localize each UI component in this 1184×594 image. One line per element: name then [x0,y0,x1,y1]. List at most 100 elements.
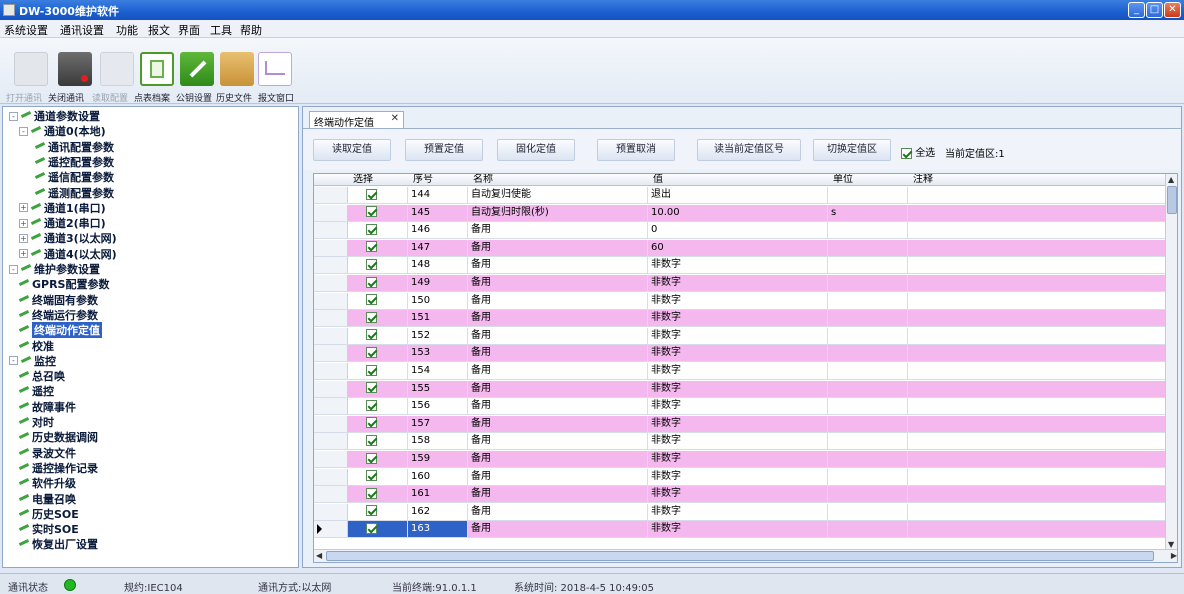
row-checkbox[interactable] [366,364,377,376]
table-row[interactable]: 146 备用 0 [314,222,1166,240]
vertical-scrollbar[interactable]: ▲ ▼ [1165,174,1177,550]
row-value-cell[interactable]: 非数字 [648,451,828,467]
table-row[interactable]: 160 备用 非数字 [314,468,1166,486]
row-header[interactable] [314,187,348,203]
column-header-select[interactable]: 选择 [350,174,373,186]
table-row[interactable]: 147 备用 60 [314,239,1166,257]
key-settings-icon[interactable] [180,52,214,86]
minimize-button[interactable]: _ [1128,2,1145,18]
row-header[interactable] [314,451,348,467]
menu-comm-settings[interactable]: 通讯设置 [60,22,104,38]
open-comm-icon[interactable] [14,52,48,86]
close-comm-icon[interactable] [58,52,92,86]
tree-item[interactable]: + 通道2(串口) [19,216,106,230]
collapse-icon[interactable]: - [9,356,18,366]
row-value-cell[interactable]: 60 [648,239,828,256]
row-header[interactable] [314,433,348,450]
row-header[interactable] [314,415,348,432]
row-checkbox[interactable] [366,241,377,253]
collapse-icon[interactable]: - [19,126,28,136]
table-row[interactable]: 153 备用 非数字 [314,345,1166,363]
close-button[interactable]: ✕ [1164,2,1181,18]
column-header-unit[interactable]: 单位 [830,174,853,186]
column-header-comment[interactable]: 注释 [910,174,933,186]
row-header[interactable] [314,468,348,485]
tree-item[interactable]: - 维护参数设置 [9,262,100,276]
tree-item[interactable]: 总召唤 [19,369,65,383]
select-all-control[interactable]: 全选 [901,144,935,159]
row-value-cell[interactable]: 非数字 [648,327,828,344]
select-all-checkbox[interactable] [901,147,912,159]
row-checkbox[interactable] [366,399,377,411]
column-header-value[interactable]: 值 [650,174,663,186]
row-value-cell[interactable]: 非数字 [648,398,828,415]
maximize-button[interactable]: □ [1146,2,1163,18]
read-current-zone-button[interactable]: 读当前定值区号 [697,139,801,161]
row-checkbox[interactable] [366,487,377,499]
tree-item[interactable]: 电量召唤 [19,492,76,506]
table-row[interactable]: 158 备用 非数字 [314,433,1166,451]
row-value-cell[interactable]: 非数字 [648,521,828,538]
tree-item[interactable]: 实时SOE [19,522,79,536]
tree-item[interactable]: + 通道1(串口) [19,201,106,215]
tree-item[interactable]: 恢复出厂设置 [19,537,98,551]
row-checkbox[interactable] [366,223,377,235]
row-checkbox[interactable] [366,470,377,482]
menu-help[interactable]: 帮助 [240,22,262,38]
collapse-icon[interactable]: - [9,111,18,121]
row-header[interactable] [314,398,348,415]
tree-item[interactable]: + 通道4(以太网) [19,247,117,261]
table-row[interactable]: 161 备用 非数字 [314,486,1166,504]
row-checkbox[interactable] [366,258,377,270]
table-row[interactable]: 155 备用 非数字 [314,380,1166,398]
scroll-right-icon[interactable]: ▶ [1171,551,1177,560]
tree-item[interactable]: 录波文件 [19,446,76,460]
tree-item[interactable]: 通讯配置参数 [35,140,114,154]
tree-item[interactable]: - 通道参数设置 [9,109,100,123]
row-checkbox[interactable] [366,294,377,306]
expand-icon[interactable]: + [19,203,28,213]
row-value-cell[interactable]: 非数字 [648,468,828,485]
row-checkbox[interactable] [366,452,377,464]
menu-interface[interactable]: 界面 [178,22,200,38]
tree-item[interactable]: GPRS配置参数 [19,277,109,291]
horizontal-scroll-thumb[interactable] [326,551,1154,561]
tree-item[interactable]: 软件升级 [19,476,76,490]
expand-icon[interactable]: + [19,218,28,228]
row-header[interactable] [314,222,348,239]
preset-cancel-button[interactable]: 预置取消 [597,139,675,161]
row-value-cell[interactable]: 非数字 [648,310,828,327]
menu-function[interactable]: 功能 [116,22,138,38]
table-row[interactable]: 156 备用 非数字 [314,398,1166,416]
tree-item[interactable]: 故障事件 [19,400,76,414]
table-row[interactable]: 154 备用 非数字 [314,363,1166,380]
tree-item[interactable]: 遥信配置参数 [35,170,114,184]
tree-item[interactable]: + 通道3(以太网) [19,231,117,245]
scroll-down-icon[interactable]: ▼ [1168,540,1174,549]
menu-system-settings[interactable]: 系统设置 [4,22,48,38]
row-value-cell[interactable]: 非数字 [648,433,828,450]
row-header[interactable] [314,257,348,274]
table-row[interactable]: 162 备用 非数字 [314,503,1166,521]
row-header[interactable] [314,327,348,344]
row-checkbox[interactable] [366,188,377,200]
tree-item[interactable]: 对时 [19,415,54,429]
row-checkbox[interactable] [366,311,377,323]
tab-close-icon[interactable]: ✕ [391,113,399,124]
vertical-scroll-thumb[interactable] [1167,186,1177,214]
row-header[interactable] [314,345,348,362]
tree-item[interactable]: 遥控 [19,384,54,398]
row-checkbox[interactable] [366,346,377,358]
preset-setting-button[interactable]: 预置定值 [405,139,483,161]
table-row[interactable]: 149 备用 非数字 [314,275,1166,292]
tree-item[interactable]: 遥控配置参数 [35,155,114,169]
tree-item[interactable]: 遥控操作记录 [19,461,98,475]
point-table-icon[interactable] [140,52,174,86]
row-checkbox[interactable] [366,276,377,288]
row-header[interactable] [314,521,348,538]
solidify-setting-button[interactable]: 固化定值 [497,139,575,161]
row-value-cell[interactable]: 0 [648,222,828,239]
row-value-cell[interactable]: 10.00 [648,204,828,221]
table-row[interactable]: 150 备用 非数字 [314,292,1166,310]
row-header[interactable] [314,380,348,397]
